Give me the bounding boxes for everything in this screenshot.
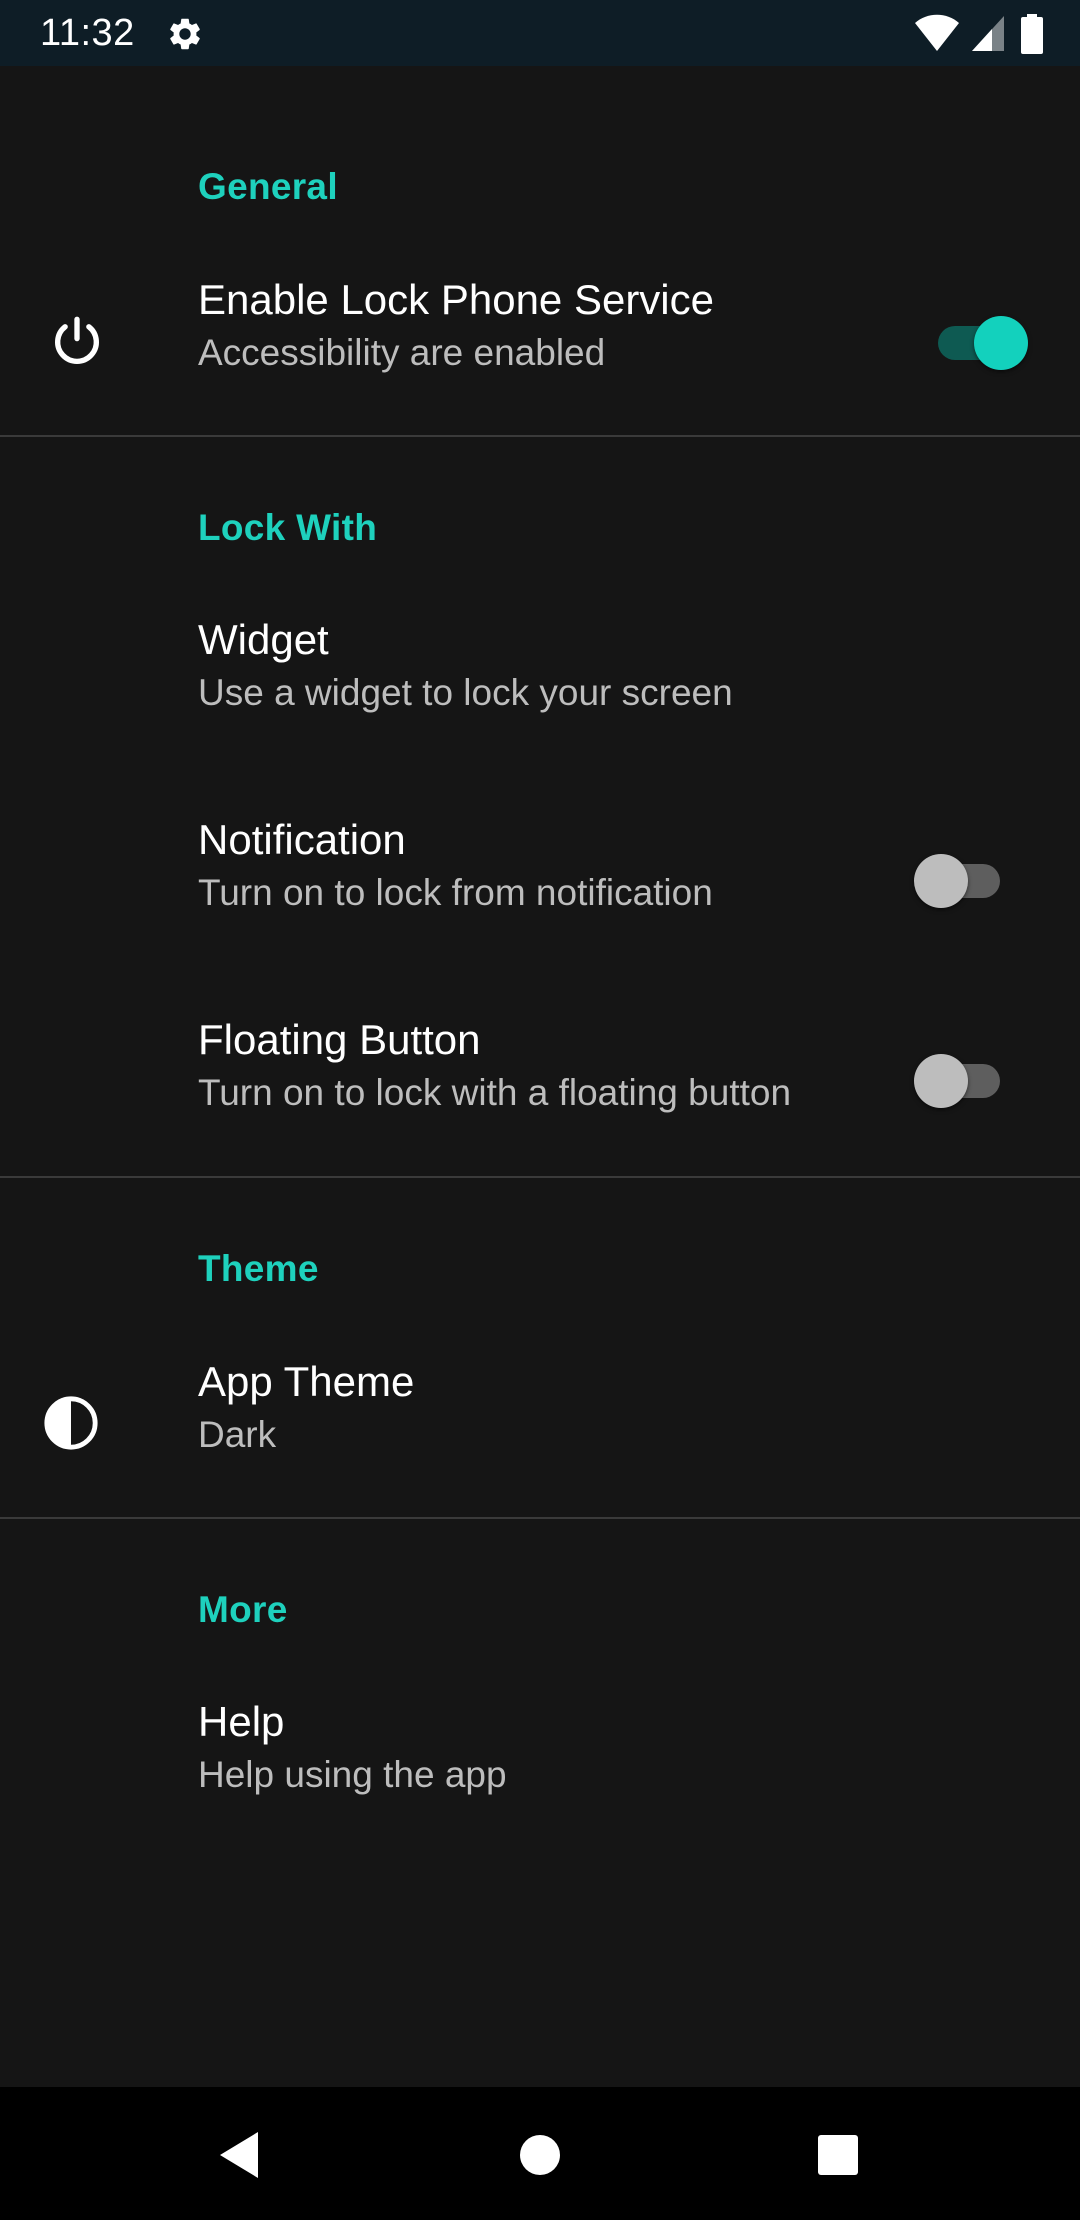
home-icon[interactable]	[505, 2120, 575, 2190]
recents-icon[interactable]	[803, 2120, 873, 2190]
pref-title: Widget	[198, 616, 329, 663]
divider	[0, 435, 1080, 437]
section-header-theme: Theme	[198, 1248, 319, 1289]
pref-title: Floating Button	[198, 1016, 481, 1063]
pref-summary: Help using the app	[198, 1754, 507, 1795]
switch-thumb	[914, 854, 968, 908]
lock-service-switch[interactable]	[932, 310, 1028, 370]
pref-app-theme[interactable]: App Theme Dark	[0, 1334, 1080, 1518]
notification-switch[interactable]	[914, 848, 1006, 908]
section-header-more: More	[198, 1589, 288, 1630]
pref-floating-button[interactable]: Floating Button Turn on to lock with a f…	[0, 992, 1080, 1192]
pref-title: Enable Lock Phone Service	[198, 276, 714, 323]
pref-widget[interactable]: Widget Use a widget to lock your screen	[0, 592, 1080, 792]
pref-summary: Turn on to lock with a floating button	[198, 1072, 792, 1113]
section-header-general: General	[198, 166, 338, 207]
pref-summary: Accessibility are enabled	[198, 332, 606, 373]
pref-title: Notification	[198, 816, 406, 863]
divider	[0, 1176, 1080, 1178]
status-bar: 11:32	[0, 0, 1080, 66]
pref-notification[interactable]: Notification Turn on to lock from notifi…	[0, 792, 1080, 992]
wifi-icon	[915, 14, 959, 51]
cell-signal-icon	[972, 16, 1004, 51]
pref-title: App Theme	[198, 1358, 415, 1405]
floating-button-switch[interactable]	[914, 1048, 1006, 1108]
pref-summary: Use a widget to lock your screen	[198, 672, 733, 713]
power-icon	[55, 316, 99, 364]
back-icon[interactable]	[206, 2120, 276, 2190]
battery-icon	[1021, 14, 1043, 54]
gear-icon	[170, 18, 200, 50]
pref-summary: Dark	[198, 1414, 277, 1455]
pref-help[interactable]: Help Help using the app	[0, 1674, 1080, 1874]
navigation-bar	[0, 2087, 1080, 2220]
settings-list: General Enable Lock Phone Service Access…	[0, 66, 1080, 2087]
divider	[0, 1517, 1080, 1519]
pref-summary: Turn on to lock from notification	[198, 872, 713, 913]
section-header-lock-with: Lock With	[198, 507, 378, 548]
switch-thumb	[974, 316, 1028, 370]
pref-title: Help	[198, 1698, 285, 1745]
switch-thumb	[914, 1054, 968, 1108]
contrast-icon	[44, 1396, 98, 1450]
status-time: 11:32	[40, 12, 135, 54]
pref-enable-lock-service[interactable]: Enable Lock Phone Service Accessibility …	[0, 252, 1080, 436]
